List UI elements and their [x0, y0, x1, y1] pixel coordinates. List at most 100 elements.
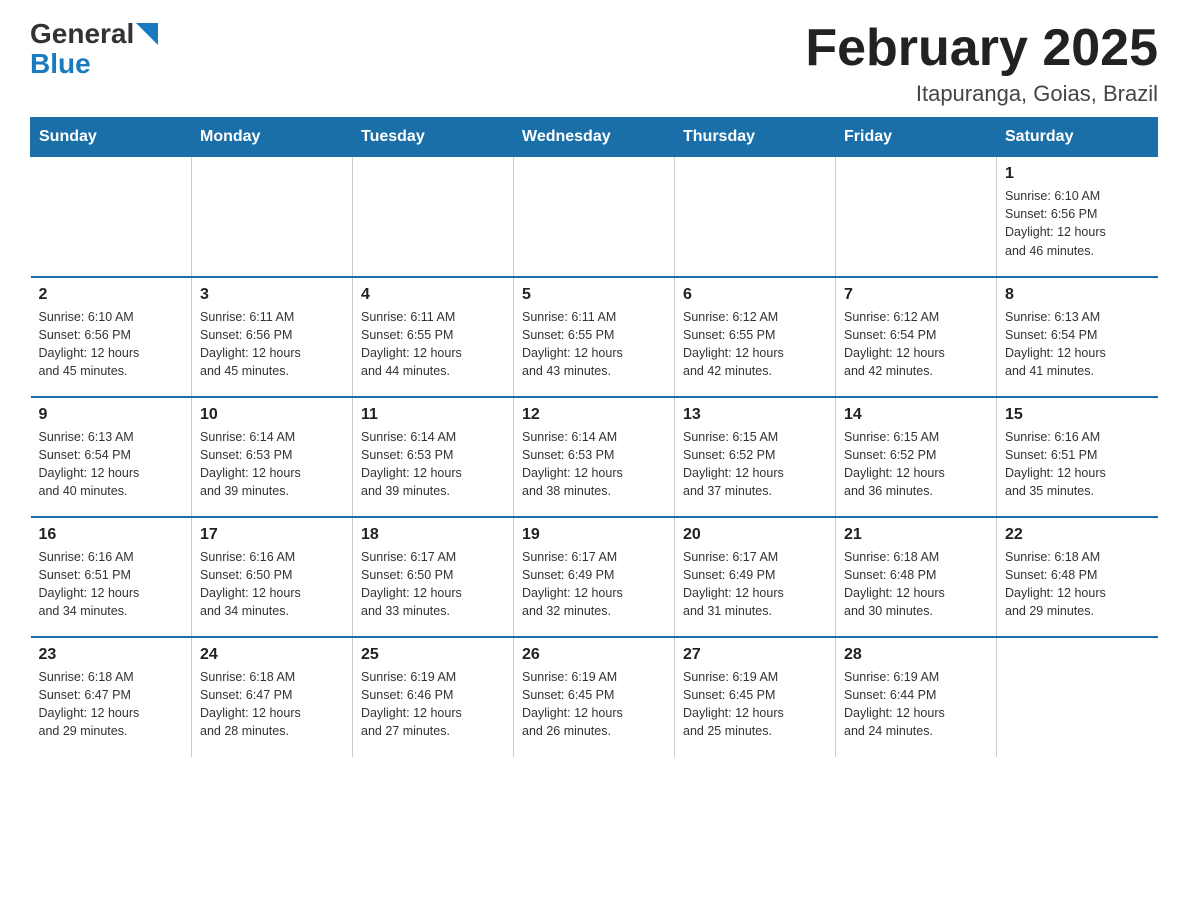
page-header: General Blue February 2025 Itapuranga, G… — [30, 20, 1158, 107]
day-cell-w4-d0: 23 Sunrise: 6:18 AMSunset: 6:47 PMDayligh… — [31, 637, 192, 757]
day-cell-w4-d5: 28 Sunrise: 6:19 AMSunset: 6:44 PMDayligh… — [836, 637, 997, 757]
logo: General Blue — [30, 20, 158, 80]
day-cell-w1-d1: 3 Sunrise: 6:11 AMSunset: 6:56 PMDaylight… — [192, 277, 353, 397]
day-number: 7 — [844, 286, 988, 304]
day-cell-w1-d2: 4 Sunrise: 6:11 AMSunset: 6:55 PMDaylight… — [353, 277, 514, 397]
day-cell-w3-d2: 18Sunrise: 6:17 AMSunset: 6:50 PMDayligh… — [353, 517, 514, 637]
day-number: 17 — [200, 526, 344, 544]
day-number: 9 — [39, 406, 184, 424]
day-number: 12 — [522, 406, 666, 424]
day-info: Sunrise: 6:15 AMSunset: 6:52 PMDaylight:… — [683, 428, 827, 501]
day-info: Sunrise: 6:16 AMSunset: 6:51 PMDaylight:… — [1005, 428, 1150, 501]
day-cell-w2-d0: 9 Sunrise: 6:13 AMSunset: 6:54 PMDaylight… — [31, 397, 192, 517]
day-number: 4 — [361, 286, 505, 304]
day-number: 26 — [522, 646, 666, 664]
day-info: Sunrise: 6:11 AMSunset: 6:55 PMDaylight:… — [522, 308, 666, 381]
title-area: February 2025 Itapuranga, Goias, Brazil — [805, 20, 1158, 107]
logo-blue: Blue — [30, 48, 91, 80]
day-cell-w1-d6: 8 Sunrise: 6:13 AMSunset: 6:54 PMDaylight… — [997, 277, 1158, 397]
day-info: Sunrise: 6:16 AMSunset: 6:50 PMDaylight:… — [200, 548, 344, 621]
calendar-table: Sunday Monday Tuesday Wednesday Thursday… — [30, 117, 1158, 757]
day-info: Sunrise: 6:10 AMSunset: 6:56 PMDaylight:… — [1005, 187, 1150, 260]
logo-arrow-icon — [136, 23, 158, 45]
day-info: Sunrise: 6:19 AMSunset: 6:44 PMDaylight:… — [844, 668, 988, 741]
day-info: Sunrise: 6:11 AMSunset: 6:55 PMDaylight:… — [361, 308, 505, 381]
header-sunday: Sunday — [31, 118, 192, 157]
day-cell-w4-d4: 27 Sunrise: 6:19 AMSunset: 6:45 PMDayligh… — [675, 637, 836, 757]
day-cell-w3-d1: 17 Sunrise: 6:16 AMSunset: 6:50 PMDayligh… — [192, 517, 353, 637]
day-number: 15 — [1005, 406, 1150, 424]
day-number: 6 — [683, 286, 827, 304]
week-row-2: 9 Sunrise: 6:13 AMSunset: 6:54 PMDaylight… — [31, 397, 1158, 517]
day-cell-w2-d3: 12 Sunrise: 6:14 AMSunset: 6:53 PMDayligh… — [514, 397, 675, 517]
day-info: Sunrise: 6:19 AMSunset: 6:45 PMDaylight:… — [683, 668, 827, 741]
day-info: Sunrise: 6:18 AMSunset: 6:48 PMDaylight:… — [844, 548, 988, 621]
day-cell-w2-d4: 13 Sunrise: 6:15 AMSunset: 6:52 PMDayligh… — [675, 397, 836, 517]
day-cell-w4-d3: 26 Sunrise: 6:19 AMSunset: 6:45 PMDayligh… — [514, 637, 675, 757]
week-row-1: 2 Sunrise: 6:10 AMSunset: 6:56 PMDaylight… — [31, 277, 1158, 397]
day-number: 20 — [683, 526, 827, 544]
day-number: 27 — [683, 646, 827, 664]
day-cell-w1-d4: 6 Sunrise: 6:12 AMSunset: 6:55 PMDaylight… — [675, 277, 836, 397]
week-row-0: 1Sunrise: 6:10 AMSunset: 6:56 PMDaylight… — [31, 157, 1158, 277]
day-number: 8 — [1005, 286, 1150, 304]
day-cell-w0-d4 — [675, 157, 836, 277]
day-cell-w4-d6 — [997, 637, 1158, 757]
day-cell-w2-d6: 15 Sunrise: 6:16 AMSunset: 6:51 PMDayligh… — [997, 397, 1158, 517]
day-cell-w0-d5 — [836, 157, 997, 277]
day-number: 24 — [200, 646, 344, 664]
day-number: 3 — [200, 286, 344, 304]
day-cell-w3-d4: 20Sunrise: 6:17 AMSunset: 6:49 PMDayligh… — [675, 517, 836, 637]
day-number: 5 — [522, 286, 666, 304]
day-cell-w3-d5: 21 Sunrise: 6:18 AMSunset: 6:48 PMDayligh… — [836, 517, 997, 637]
day-cell-w3-d0: 16Sunrise: 6:16 AMSunset: 6:51 PMDayligh… — [31, 517, 192, 637]
header-thursday: Thursday — [675, 118, 836, 157]
day-info: Sunrise: 6:14 AMSunset: 6:53 PMDaylight:… — [522, 428, 666, 501]
day-number: 22 — [1005, 526, 1150, 544]
day-cell-w1-d3: 5 Sunrise: 6:11 AMSunset: 6:55 PMDaylight… — [514, 277, 675, 397]
day-info: Sunrise: 6:17 AMSunset: 6:49 PMDaylight:… — [522, 548, 666, 621]
header-friday: Friday — [836, 118, 997, 157]
day-number: 21 — [844, 526, 988, 544]
day-info: Sunrise: 6:19 AMSunset: 6:46 PMDaylight:… — [361, 668, 505, 741]
day-info: Sunrise: 6:11 AMSunset: 6:56 PMDaylight:… — [200, 308, 344, 381]
week-row-4: 23 Sunrise: 6:18 AMSunset: 6:47 PMDayligh… — [31, 637, 1158, 757]
day-info: Sunrise: 6:12 AMSunset: 6:55 PMDaylight:… — [683, 308, 827, 381]
header-tuesday: Tuesday — [353, 118, 514, 157]
calendar-header-row: Sunday Monday Tuesday Wednesday Thursday… — [31, 118, 1158, 157]
day-cell-w3-d3: 19 Sunrise: 6:17 AMSunset: 6:49 PMDayligh… — [514, 517, 675, 637]
day-number: 23 — [39, 646, 184, 664]
day-info: Sunrise: 6:10 AMSunset: 6:56 PMDaylight:… — [39, 308, 184, 381]
day-cell-w2-d5: 14 Sunrise: 6:15 AMSunset: 6:52 PMDayligh… — [836, 397, 997, 517]
day-info: Sunrise: 6:12 AMSunset: 6:54 PMDaylight:… — [844, 308, 988, 381]
day-info: Sunrise: 6:15 AMSunset: 6:52 PMDaylight:… — [844, 428, 988, 501]
day-cell-w2-d2: 11 Sunrise: 6:14 AMSunset: 6:53 PMDayligh… — [353, 397, 514, 517]
logo-general: General — [30, 20, 134, 48]
day-cell-w0-d2 — [353, 157, 514, 277]
day-number: 28 — [844, 646, 988, 664]
day-number: 2 — [39, 286, 184, 304]
day-number: 11 — [361, 406, 505, 424]
day-cell-w0-d1 — [192, 157, 353, 277]
day-cell-w3-d6: 22Sunrise: 6:18 AMSunset: 6:48 PMDayligh… — [997, 517, 1158, 637]
day-number: 13 — [683, 406, 827, 424]
day-info: Sunrise: 6:14 AMSunset: 6:53 PMDaylight:… — [361, 428, 505, 501]
day-info: Sunrise: 6:13 AMSunset: 6:54 PMDaylight:… — [39, 428, 184, 501]
day-number: 19 — [522, 526, 666, 544]
day-info: Sunrise: 6:19 AMSunset: 6:45 PMDaylight:… — [522, 668, 666, 741]
day-info: Sunrise: 6:18 AMSunset: 6:47 PMDaylight:… — [200, 668, 344, 741]
day-cell-w0-d0 — [31, 157, 192, 277]
week-row-3: 16Sunrise: 6:16 AMSunset: 6:51 PMDayligh… — [31, 517, 1158, 637]
day-cell-w0-d3 — [514, 157, 675, 277]
day-cell-w2-d1: 10Sunrise: 6:14 AMSunset: 6:53 PMDayligh… — [192, 397, 353, 517]
day-number: 14 — [844, 406, 988, 424]
day-info: Sunrise: 6:18 AMSunset: 6:47 PMDaylight:… — [39, 668, 184, 741]
header-monday: Monday — [192, 118, 353, 157]
calendar-subtitle: Itapuranga, Goias, Brazil — [805, 81, 1158, 107]
day-cell-w4-d1: 24 Sunrise: 6:18 AMSunset: 6:47 PMDayligh… — [192, 637, 353, 757]
day-number: 16 — [39, 526, 184, 544]
day-number: 10 — [200, 406, 344, 424]
day-info: Sunrise: 6:13 AMSunset: 6:54 PMDaylight:… — [1005, 308, 1150, 381]
calendar-title: February 2025 — [805, 20, 1158, 77]
day-cell-w4-d2: 25Sunrise: 6:19 AMSunset: 6:46 PMDayligh… — [353, 637, 514, 757]
